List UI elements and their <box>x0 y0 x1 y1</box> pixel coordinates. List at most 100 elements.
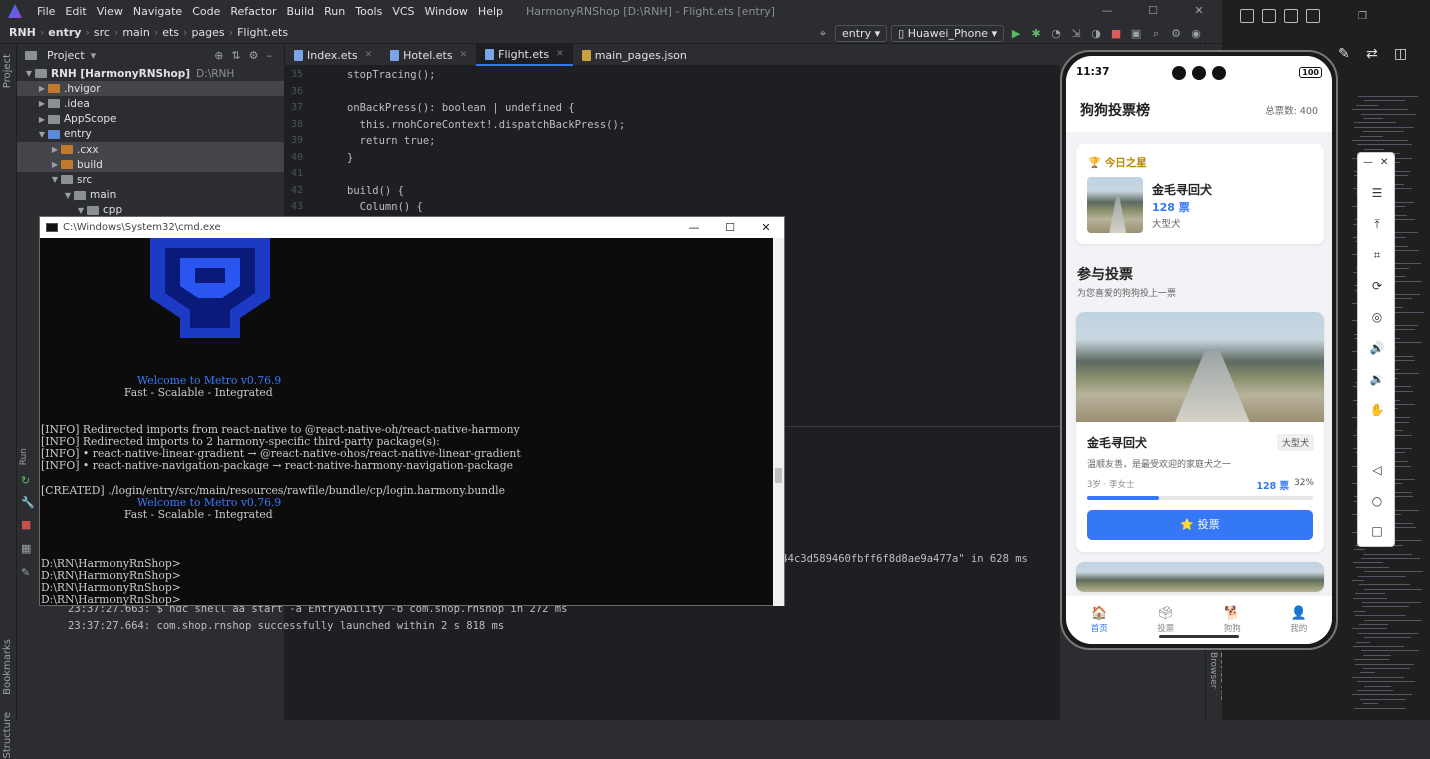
chevron-down-icon[interactable]: ▼ <box>62 191 74 200</box>
breadcrumb-item[interactable]: Flight.ets <box>234 26 291 39</box>
minimize-icon[interactable]: — <box>1084 0 1130 22</box>
search-icon[interactable]: ⌕ <box>1148 26 1164 42</box>
editor-tab[interactable]: Hotel.ets ✕ <box>381 44 476 66</box>
wrench-icon[interactable]: 🔧 <box>21 496 35 509</box>
chevron-right-icon[interactable]: ▶ <box>36 115 48 124</box>
menu-item-vcs[interactable]: VCS <box>387 5 419 18</box>
chevron-down-icon[interactable]: ▼ <box>36 130 48 139</box>
star-card[interactable]: 🏆 今日之星 金毛寻回犬 128 票 大型犬 <box>1076 144 1324 244</box>
layout-left-icon[interactable] <box>1262 9 1276 23</box>
chevron-down-icon[interactable]: ▼ <box>49 175 61 184</box>
coverage-icon[interactable]: ◑ <box>1088 26 1104 42</box>
stop-icon[interactable]: ■ <box>1108 26 1124 42</box>
pen-icon[interactable]: ✎ <box>1338 46 1350 62</box>
project-tool-button[interactable]: Project <box>2 54 13 88</box>
breadcrumb-item[interactable]: RNH <box>6 26 39 39</box>
tree-item[interactable]: ▼ entry <box>17 127 284 142</box>
volume-down-icon[interactable]: 🔉 <box>1369 371 1385 387</box>
cmd-window[interactable]: C:\Windows\System32\cmd.exe — ☐ ✕ Welcom… <box>39 216 785 606</box>
attach-icon[interactable]: ⇲ <box>1068 26 1084 42</box>
layout-icon[interactable]: ▦ <box>21 542 31 555</box>
tree-item[interactable]: ▼ main <box>17 188 284 203</box>
chevron-down-icon[interactable]: ▾ <box>91 49 97 62</box>
phone-screen[interactable]: 11:37 100 狗狗投票榜 总票数: 400 🏆 今日之星 金毛寻回犬 12… <box>1066 56 1332 644</box>
panel-actions[interactable]: ⊕⇅⚙– <box>214 49 284 62</box>
menu-item-navigate[interactable]: Navigate <box>128 5 187 18</box>
chevron-right-icon[interactable]: ▶ <box>49 160 61 169</box>
breadcrumb-item[interactable]: entry <box>45 26 84 39</box>
pin-top-icon[interactable]: ⤒ <box>1369 216 1385 232</box>
next-dog-card[interactable] <box>1076 562 1324 592</box>
cmd-scroll-thumb[interactable] <box>775 468 782 483</box>
cmd-close-icon[interactable]: ✕ <box>748 217 784 238</box>
menu-item-code[interactable]: Code <box>187 5 225 18</box>
debug-icon[interactable]: ✱ <box>1028 26 1044 42</box>
editor-tab[interactable]: Flight.ets ✕ <box>476 44 573 66</box>
chevron-right-icon[interactable]: ▶ <box>49 145 61 154</box>
layout-right-icon[interactable] <box>1306 9 1320 23</box>
breadcrumb-item[interactable]: src <box>91 26 113 39</box>
profile-icon[interactable]: ◔ <box>1048 26 1064 42</box>
close-icon[interactable]: ✕ <box>1176 0 1222 22</box>
structure-tool-button[interactable]: Structure <box>2 712 13 759</box>
code-line[interactable]: } <box>347 152 353 164</box>
chevron-right-icon[interactable]: ▶ <box>36 99 48 108</box>
tree-item[interactable]: ▶ .idea <box>17 96 284 111</box>
close-tab-icon[interactable]: ✕ <box>556 49 564 59</box>
editor-tab[interactable]: Index.ets ✕ <box>285 44 381 66</box>
tree-item[interactable]: ▼ src <box>17 172 284 187</box>
menu-item-refactor[interactable]: Refactor <box>225 5 281 18</box>
bookmarks-tool-button[interactable]: Bookmarks <box>2 639 13 695</box>
split-view-icon[interactable]: ◫ <box>1394 46 1407 62</box>
device-select[interactable]: ▯ Huawei_Phone ▾ <box>891 25 1005 42</box>
vote-button[interactable]: ⭐ 投票 <box>1087 510 1313 540</box>
minimize-icon[interactable]: — <box>1363 157 1373 168</box>
cmd-minimize-icon[interactable]: — <box>676 217 712 238</box>
overview-icon[interactable]: □ <box>1369 523 1385 539</box>
code-line[interactable]: build() { <box>347 185 404 197</box>
menu-icon[interactable]: ☰ <box>1369 185 1385 201</box>
tree-item[interactable]: ▶ build <box>17 157 284 173</box>
menu-item-build[interactable]: Build <box>282 5 320 18</box>
shake-icon[interactable]: ✋ <box>1369 402 1385 418</box>
breadcrumb-item[interactable]: main <box>119 26 152 39</box>
home-icon[interactable]: ○ <box>1369 493 1385 509</box>
dog-card[interactable]: 金毛寻回犬 大型犬 温顺友善，是最受欢迎的家庭犬之一 3岁 · 李女士 128 … <box>1076 312 1324 552</box>
menu-item-view[interactable]: View <box>92 5 128 18</box>
chevron-right-icon[interactable]: ▶ <box>36 84 48 93</box>
code-line[interactable]: stopTracing(); <box>347 69 436 81</box>
cmd-scrollbar[interactable] <box>773 238 784 606</box>
code-line[interactable]: onBackPress(): boolean | undefined { <box>347 102 575 114</box>
code-line[interactable]: Column() { <box>347 201 423 213</box>
restore-icon[interactable]: ❐ <box>1358 11 1367 22</box>
close-tab-icon[interactable]: ✕ <box>365 50 373 60</box>
tree-item[interactable]: ▶ AppScope <box>17 112 284 127</box>
run-icon[interactable]: ▶ <box>1008 26 1024 42</box>
menu-item-edit[interactable]: Edit <box>60 5 91 18</box>
menu-item-file[interactable]: File <box>32 5 60 18</box>
stop-run-icon[interactable]: ■ <box>21 518 31 531</box>
tab-home[interactable]: 🏠 首页 <box>1091 606 1108 634</box>
account-icon[interactable]: ◉ <box>1188 26 1204 42</box>
code-line[interactable]: this.rnohCoreContext!.dispatchBackPress(… <box>347 119 626 131</box>
cmd-maximize-icon[interactable]: ☐ <box>712 217 748 238</box>
layout-grid-icon[interactable] <box>1240 9 1254 23</box>
layout-bottom-icon[interactable] <box>1284 9 1298 23</box>
compare-icon[interactable]: ⇄ <box>1366 46 1378 62</box>
tab-dog[interactable]: 🐕 狗狗 <box>1224 606 1241 634</box>
maximize-icon[interactable]: ☐ <box>1130 0 1176 22</box>
tab-ballot[interactable]: 🗳 投票 <box>1157 606 1174 634</box>
editor-tab[interactable]: main_pages.json <box>573 44 696 66</box>
chevron-down-icon[interactable]: ▼ <box>23 69 35 78</box>
run-tool-label[interactable]: Run <box>19 448 29 465</box>
close-tab-icon[interactable]: ✕ <box>460 50 468 60</box>
settings-icon[interactable]: ⚙ <box>1168 26 1184 42</box>
menu-item-window[interactable]: Window <box>420 5 473 18</box>
device-manager-icon[interactable]: ▣ <box>1128 26 1144 42</box>
chevron-down-icon[interactable]: ▼ <box>75 206 87 215</box>
menu-item-run[interactable]: Run <box>319 5 350 18</box>
volume-up-icon[interactable]: 🔊 <box>1369 340 1385 356</box>
tab-person[interactable]: 👤 我的 <box>1290 606 1307 634</box>
close-icon[interactable]: ✕ <box>1380 157 1388 168</box>
tree-item[interactable]: ▶ .hvigor <box>17 81 284 97</box>
